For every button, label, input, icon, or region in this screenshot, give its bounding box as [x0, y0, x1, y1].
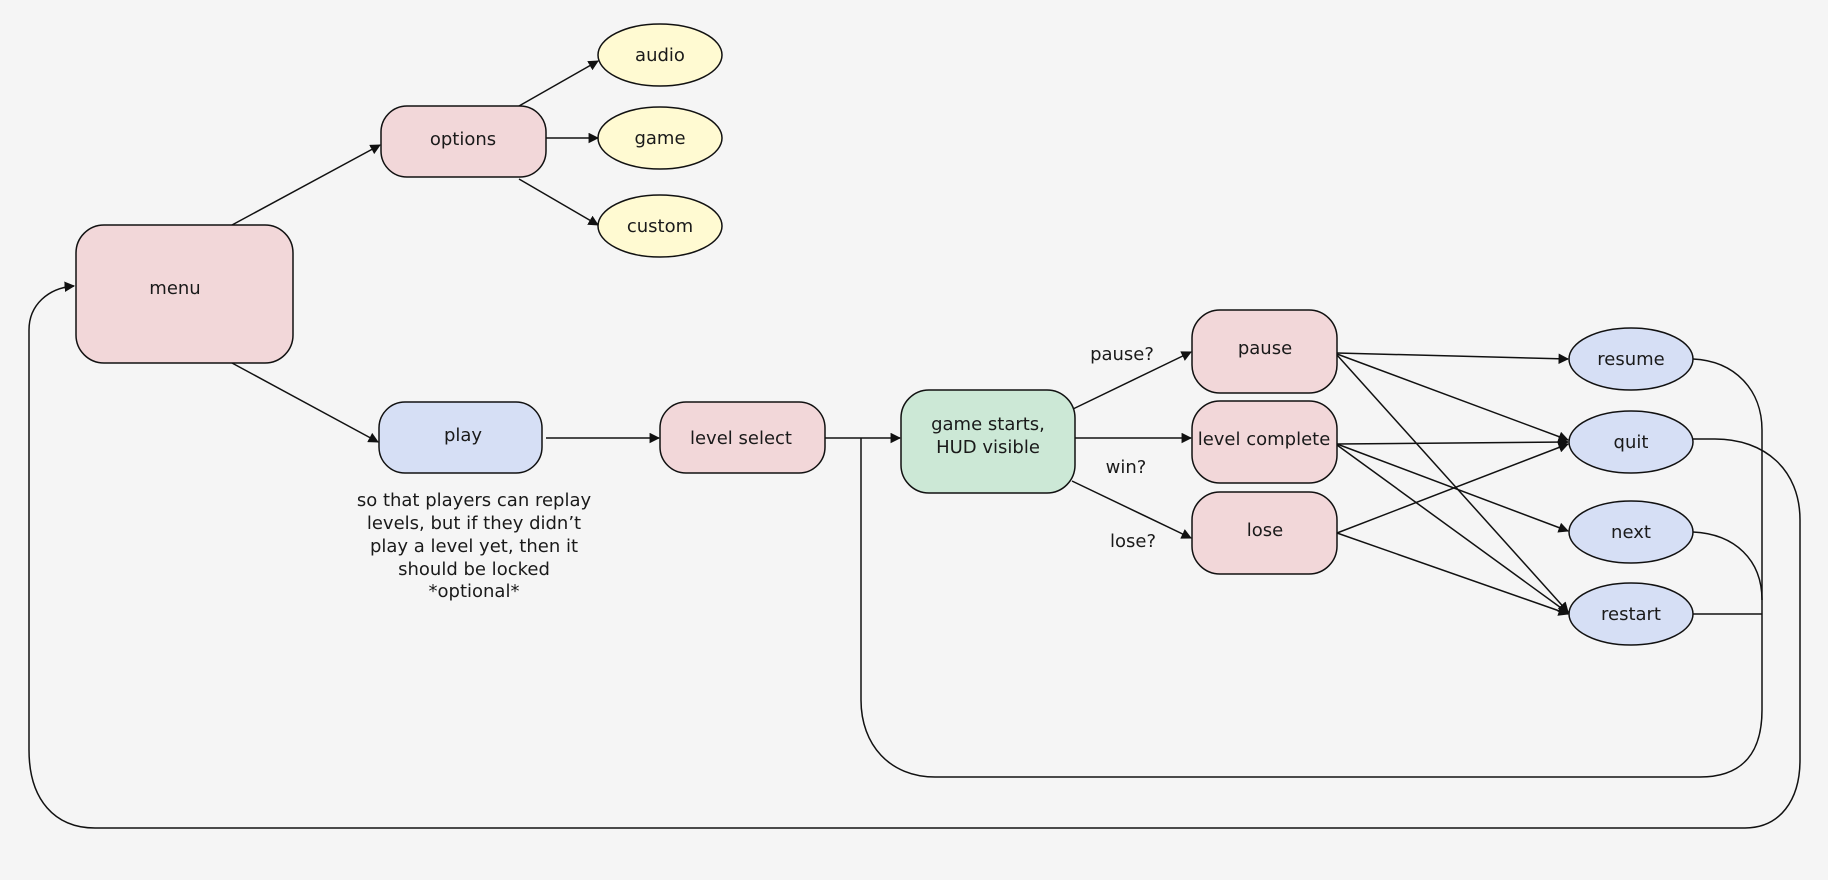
node-restart-label: restart: [1601, 604, 1661, 625]
node-game-start: game starts, HUD visible: [900, 389, 1076, 494]
node-menu: menu: [75, 224, 294, 364]
node-pause: pause: [1191, 309, 1338, 394]
node-quit: quit: [1568, 410, 1694, 474]
node-level-complete-label: level complete: [1198, 429, 1331, 450]
node-play-label: play: [444, 425, 482, 446]
node-resume: resume: [1568, 327, 1694, 391]
node-play: play: [378, 401, 543, 474]
edge-label-pause: pause?: [1090, 344, 1154, 365]
node-quit-label: quit: [1614, 432, 1649, 453]
node-restart: restart: [1568, 582, 1694, 646]
note-line: *optional*: [429, 581, 520, 602]
note-line: so that players can replay: [357, 490, 592, 511]
node-custom-label: custom: [627, 216, 693, 237]
node-level-complete: level complete: [1191, 400, 1338, 484]
node-level-select: level select: [659, 401, 826, 474]
edge-label-lose: lose?: [1110, 531, 1156, 552]
node-lose-label: lose: [1247, 520, 1283, 541]
node-game: game: [597, 106, 723, 170]
node-resume-label: resume: [1597, 349, 1664, 370]
note-line: should be locked: [398, 559, 550, 580]
node-game-label: game: [634, 128, 685, 149]
node-lose: lose: [1191, 491, 1338, 575]
node-game-start-line2: HUD visible: [936, 437, 1040, 458]
node-audio: audio: [597, 23, 723, 87]
node-level-select-label: level select: [690, 428, 792, 449]
node-options-label: options: [430, 129, 496, 150]
node-menu-label: menu: [149, 278, 200, 299]
edge-label-win: win?: [1106, 457, 1147, 478]
node-audio-label: audio: [635, 45, 685, 66]
node-next-label: next: [1611, 522, 1651, 543]
node-game-start-line1: game starts,: [931, 414, 1045, 435]
flow-diagram: pause? win? lose? menu options audio gam…: [0, 0, 1828, 880]
note-line: play a level yet, then it: [370, 536, 578, 557]
note-line: levels, but if they didn’t: [367, 513, 581, 534]
node-options: options: [380, 105, 547, 178]
node-pause-label: pause: [1238, 338, 1292, 359]
node-next: next: [1568, 500, 1694, 564]
node-custom: custom: [597, 194, 723, 258]
